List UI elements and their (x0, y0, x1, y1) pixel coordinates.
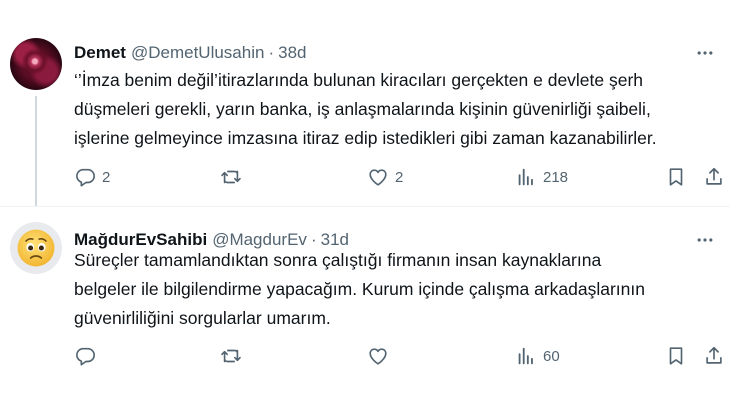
tweet-actions: 60 (74, 343, 724, 369)
views-count: 60 (543, 347, 560, 365)
bookmark-icon (669, 347, 683, 365)
tweet-actions: 2 2 218 (74, 164, 724, 190)
tweet-text-line: güvenirliliğini sorgularlar umarım. (74, 308, 331, 328)
tweet-header: Demet @DemetUlusahin · 38d (74, 42, 307, 64)
bookmark-button[interactable] (665, 164, 687, 190)
heart-icon (369, 169, 387, 186)
share-icon (706, 346, 722, 364)
views-icon (518, 347, 533, 365)
more-options-button[interactable] (694, 42, 716, 64)
avatar[interactable] (10, 38, 62, 90)
like-button[interactable]: 2 (367, 164, 403, 190)
heart-icon (369, 348, 387, 365)
retweet-button[interactable] (220, 343, 248, 369)
reply-button[interactable]: 2 (74, 164, 110, 190)
display-name[interactable]: Demet (74, 43, 126, 63)
separator: · (268, 43, 275, 62)
retweet-icon (221, 349, 241, 363)
thread-connector-line (35, 96, 37, 206)
like-button[interactable] (367, 343, 395, 369)
bookmark-icon (669, 168, 683, 186)
timestamp[interactable]: 38d (278, 43, 306, 63)
user-handle[interactable]: @DemetUlusahin (131, 43, 264, 63)
views-icon (518, 168, 533, 186)
like-count: 2 (395, 168, 404, 186)
retweet-button[interactable] (220, 164, 248, 190)
worried-face-emoji-icon (17, 229, 55, 267)
views-button[interactable]: 218 (515, 164, 568, 190)
tweet-text: ‘’İmza benim değil’itirazlarında bulunan… (74, 66, 724, 153)
tweet-text-line: Süreçler tamamlandıktan sonra çalıştığı … (74, 250, 602, 270)
avatar[interactable] (10, 222, 62, 274)
reply-icon (76, 168, 95, 187)
share-icon (706, 167, 722, 185)
tweet-text: Süreçler tamamlandıktan sonra çalıştığı … (74, 246, 724, 333)
reply-icon (76, 347, 95, 366)
retweet-icon (221, 170, 241, 184)
rose-avatar-image (10, 38, 62, 90)
reply-button[interactable] (74, 343, 102, 369)
tweet-text-line: işlerine gelmeyince imzasına itiraz edip… (74, 128, 657, 148)
views-count: 218 (543, 168, 569, 186)
more-icon (697, 51, 713, 55)
share-button[interactable] (703, 343, 725, 369)
reply-count: 2 (102, 168, 111, 186)
tweet-text-line: ‘’İmza benim değil’itirazlarında bulunan… (74, 70, 644, 90)
tweet-text-line: düşmeleri gerekli, yarın banka, iş anlaş… (74, 99, 651, 119)
bookmark-button[interactable] (665, 343, 687, 369)
tweet-text-line: belgeler ile bilgilendirme yapacağım. Ku… (74, 279, 645, 299)
tweet[interactable]: Demet @DemetUlusahin · 38d ‘’İmza benim … (0, 0, 730, 206)
views-button[interactable]: 60 (515, 343, 560, 369)
share-button[interactable] (703, 164, 725, 190)
